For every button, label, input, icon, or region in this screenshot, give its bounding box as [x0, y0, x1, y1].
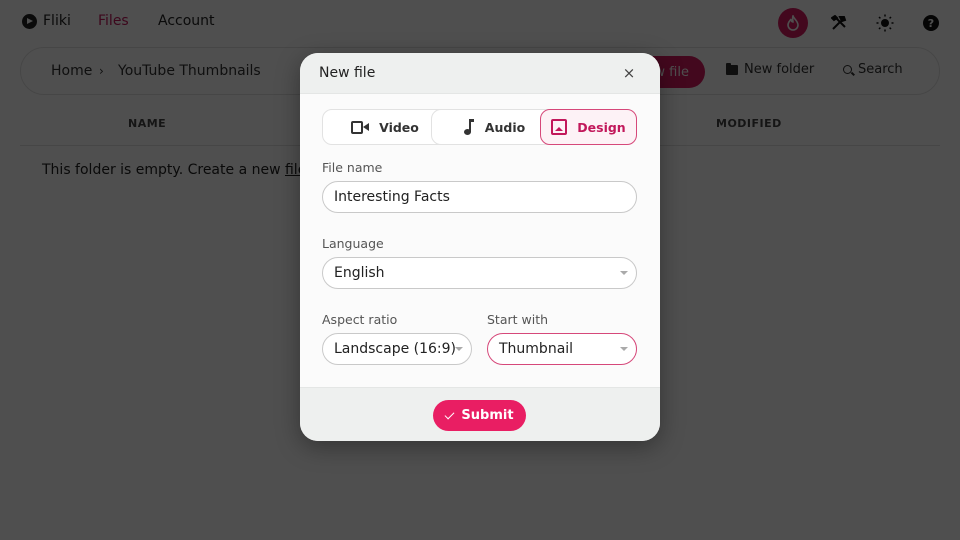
type-audio-button[interactable]: Audio — [431, 109, 557, 145]
chevron-down-icon — [455, 347, 463, 351]
submit-label: Submit — [461, 408, 514, 423]
aspect-ratio-select[interactable]: Landscape (16:9) — [322, 333, 472, 365]
type-video-label: Video — [379, 119, 419, 135]
file-name-label: File name — [322, 160, 383, 175]
aspect-ratio-value: Landscape (16:9) — [334, 341, 457, 357]
dialog-header: New file × — [300, 53, 660, 94]
check-icon — [444, 409, 455, 419]
music-note-icon — [463, 118, 475, 136]
start-with-label: Start with — [487, 312, 549, 327]
type-audio-label: Audio — [484, 119, 526, 135]
file-name-input[interactable] — [322, 181, 637, 213]
image-icon — [551, 119, 568, 135]
start-with-select[interactable]: Thumbnail — [487, 333, 637, 365]
language-label: Language — [322, 236, 384, 251]
submit-button[interactable]: Submit — [433, 400, 526, 431]
type-video-button[interactable]: Video — [322, 109, 448, 145]
start-with-value: Thumbnail — [499, 341, 574, 357]
dialog-title: New file — [319, 65, 376, 81]
close-icon[interactable]: × — [620, 64, 638, 82]
type-design-button[interactable]: Design — [540, 109, 637, 145]
new-file-dialog: New file × Video Audio Design File name … — [300, 53, 660, 441]
video-icon — [351, 120, 370, 134]
dialog-footer: Submit — [300, 387, 660, 441]
language-value: English — [334, 265, 385, 281]
chevron-down-icon — [620, 347, 628, 351]
type-design-label: Design — [577, 119, 626, 135]
aspect-ratio-label: Aspect ratio — [322, 312, 398, 327]
language-select[interactable]: English — [322, 257, 637, 289]
chevron-down-icon — [620, 271, 628, 275]
